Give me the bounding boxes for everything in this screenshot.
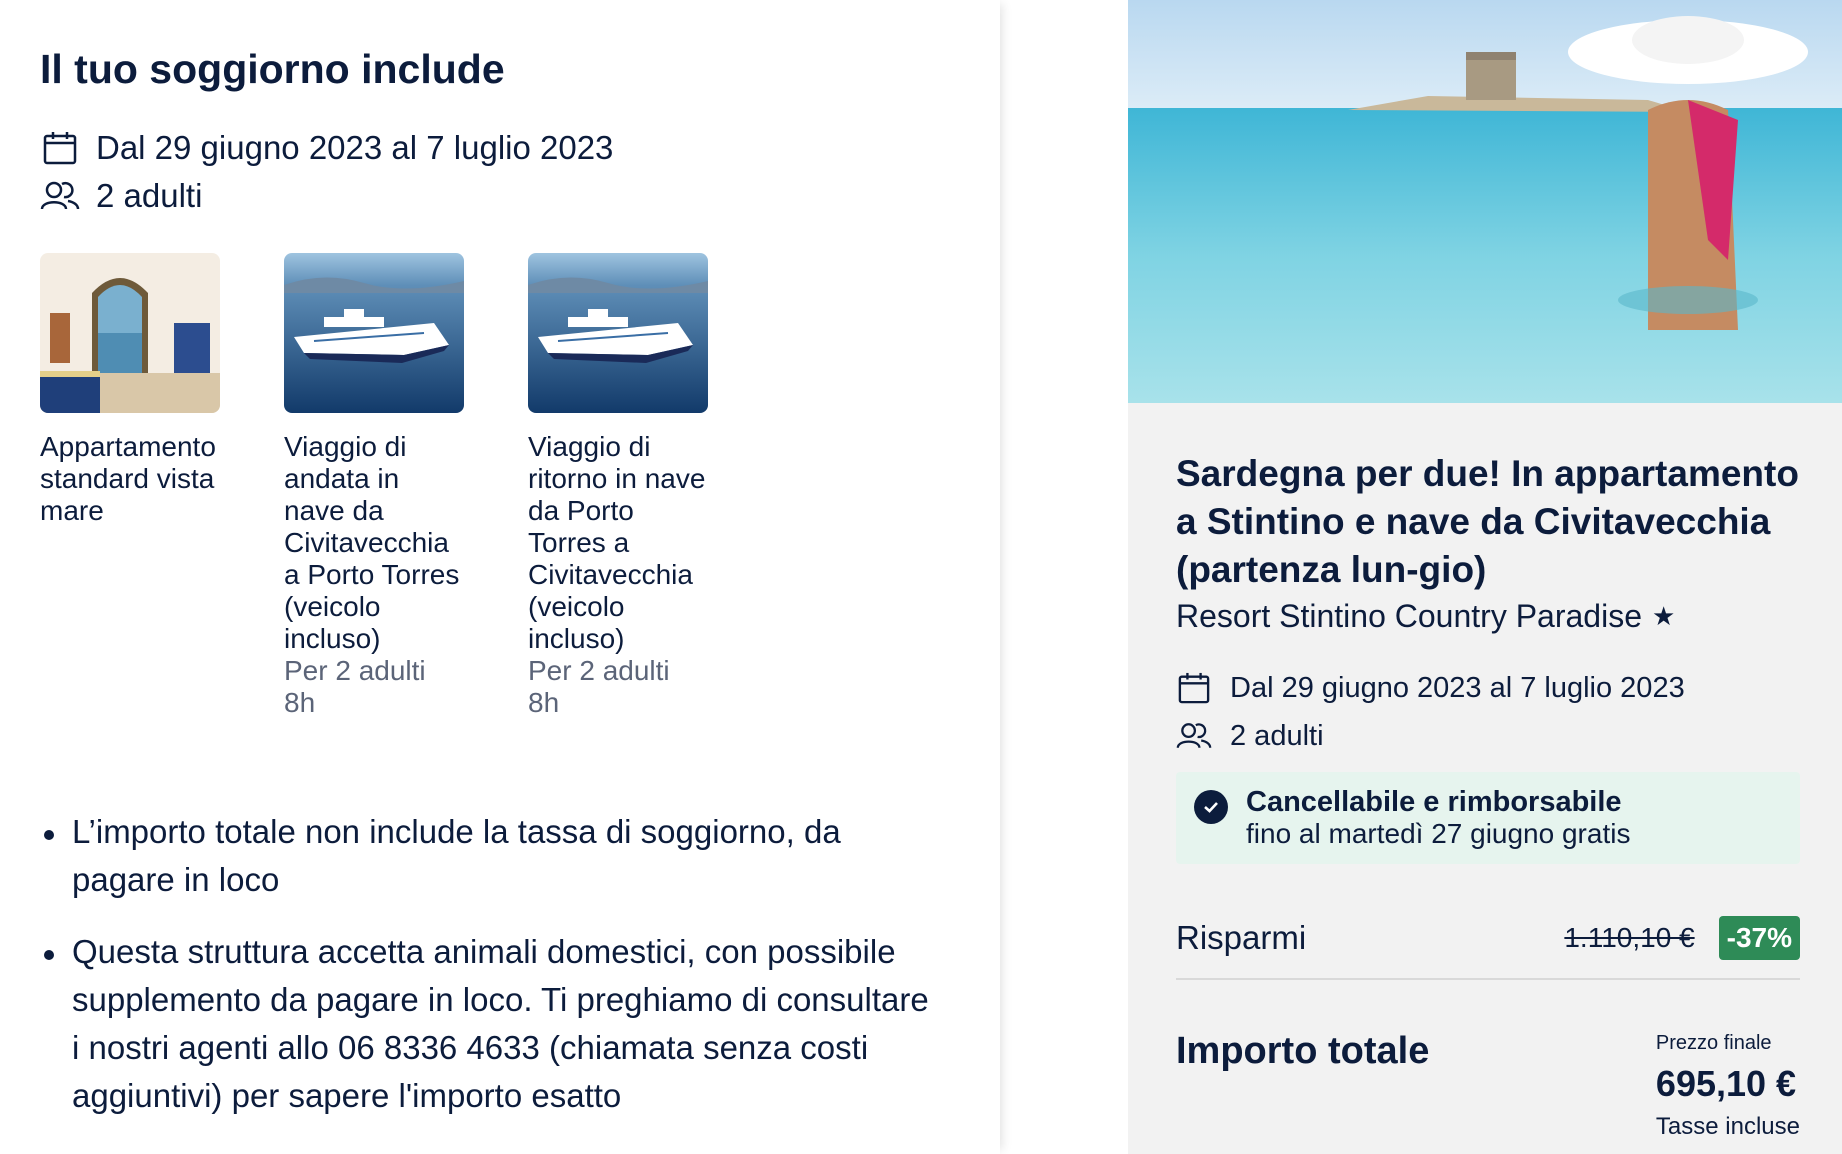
note-tourist-tax: L’importo totale non include la tassa di… — [40, 808, 930, 904]
original-price: 1.110,10 € — [1564, 922, 1695, 953]
item-travellers: Per 2 adulti — [284, 655, 426, 686]
cancellation-notice: Cancellabile e rimborsabile fino al mart… — [1176, 772, 1800, 864]
hotel-row: Resort Stintino Country Paradise ★ — [1176, 598, 1675, 635]
stay-heading: Il tuo soggiorno include — [40, 46, 505, 92]
price-block: Prezzo finale 695,10 € Tasse incluse — [1656, 1032, 1800, 1141]
stay-guests: 2 adulti — [96, 177, 203, 214]
offer-dates: Dal 29 giugno 2023 al 7 luglio 2023 — [1230, 671, 1685, 704]
item-title: Viaggio di ritorno in nave da Porto Torr… — [528, 431, 706, 654]
offer-title: Sardegna per due! In appartamento a Stin… — [1176, 453, 1799, 590]
offer-dates-row: Dal 29 giugno 2023 al 7 luglio 2023 — [1176, 670, 1685, 706]
hotel-name: Resort Stintino Country Paradise — [1176, 598, 1642, 634]
item-duration: 8h — [284, 687, 316, 718]
item-title: Appartamento standard vista mare — [40, 431, 216, 526]
ferry-image — [528, 253, 708, 413]
included-items: Appartamento standard vista mare Viaggio… — [40, 253, 772, 719]
calendar-icon — [1176, 670, 1212, 706]
tax-note: Tasse incluse — [1655, 1113, 1800, 1140]
stay-guests-row: 2 adulti — [40, 176, 202, 216]
item-title: Viaggio di andata in nave da Civitavecch… — [284, 431, 460, 654]
total-label: Importo totale — [1176, 1030, 1430, 1072]
price-caption: Prezzo finale — [1655, 1032, 1772, 1054]
apartment-image — [40, 253, 220, 413]
stay-dates-row: Dal 29 giugno 2023 al 7 luglio 2023 — [40, 128, 613, 168]
check-circle-icon — [1194, 790, 1228, 824]
people-icon — [40, 176, 80, 216]
final-price: 695,10 € — [1655, 1063, 1797, 1104]
note-pets: Questa struttura accetta animali domesti… — [40, 928, 930, 1120]
item-duration: 8h — [528, 687, 560, 718]
notes-list: L’importo totale non include la tassa di… — [40, 808, 930, 1144]
included-item-outbound-ferry: Viaggio di andata in nave da Civitavecch… — [284, 253, 464, 719]
offer-card: Sardegna per due! In appartamento a Stin… — [1128, 0, 1842, 1154]
ferry-image — [284, 253, 464, 413]
included-item-return-ferry: Viaggio di ritorno in nave da Porto Torr… — [528, 253, 708, 719]
stay-dates: Dal 29 giugno 2023 al 7 luglio 2023 — [96, 129, 614, 166]
stay-summary-panel: Il tuo soggiorno include Dal 29 giugno 2… — [0, 0, 1000, 1154]
discount-badge: -37% — [1718, 916, 1800, 960]
savings-row: Risparmi 1.110,10 € -37% — [1176, 916, 1800, 980]
star-icon: ★ — [1652, 601, 1676, 631]
cancellation-deadline: fino al martedì 27 giugno gratis — [1246, 818, 1631, 849]
included-item-apartment: Appartamento standard vista mare — [40, 253, 220, 719]
cancellation-title: Cancellabile e rimborsabile — [1246, 786, 1622, 818]
offer-guests: 2 adulti — [1230, 719, 1324, 752]
savings-label: Risparmi — [1176, 919, 1307, 956]
calendar-icon — [40, 128, 80, 168]
people-icon — [1176, 718, 1212, 754]
offer-hero-image — [1128, 0, 1842, 403]
offer-guests-row: 2 adulti — [1176, 718, 1324, 754]
item-travellers: Per 2 adulti — [528, 655, 670, 686]
